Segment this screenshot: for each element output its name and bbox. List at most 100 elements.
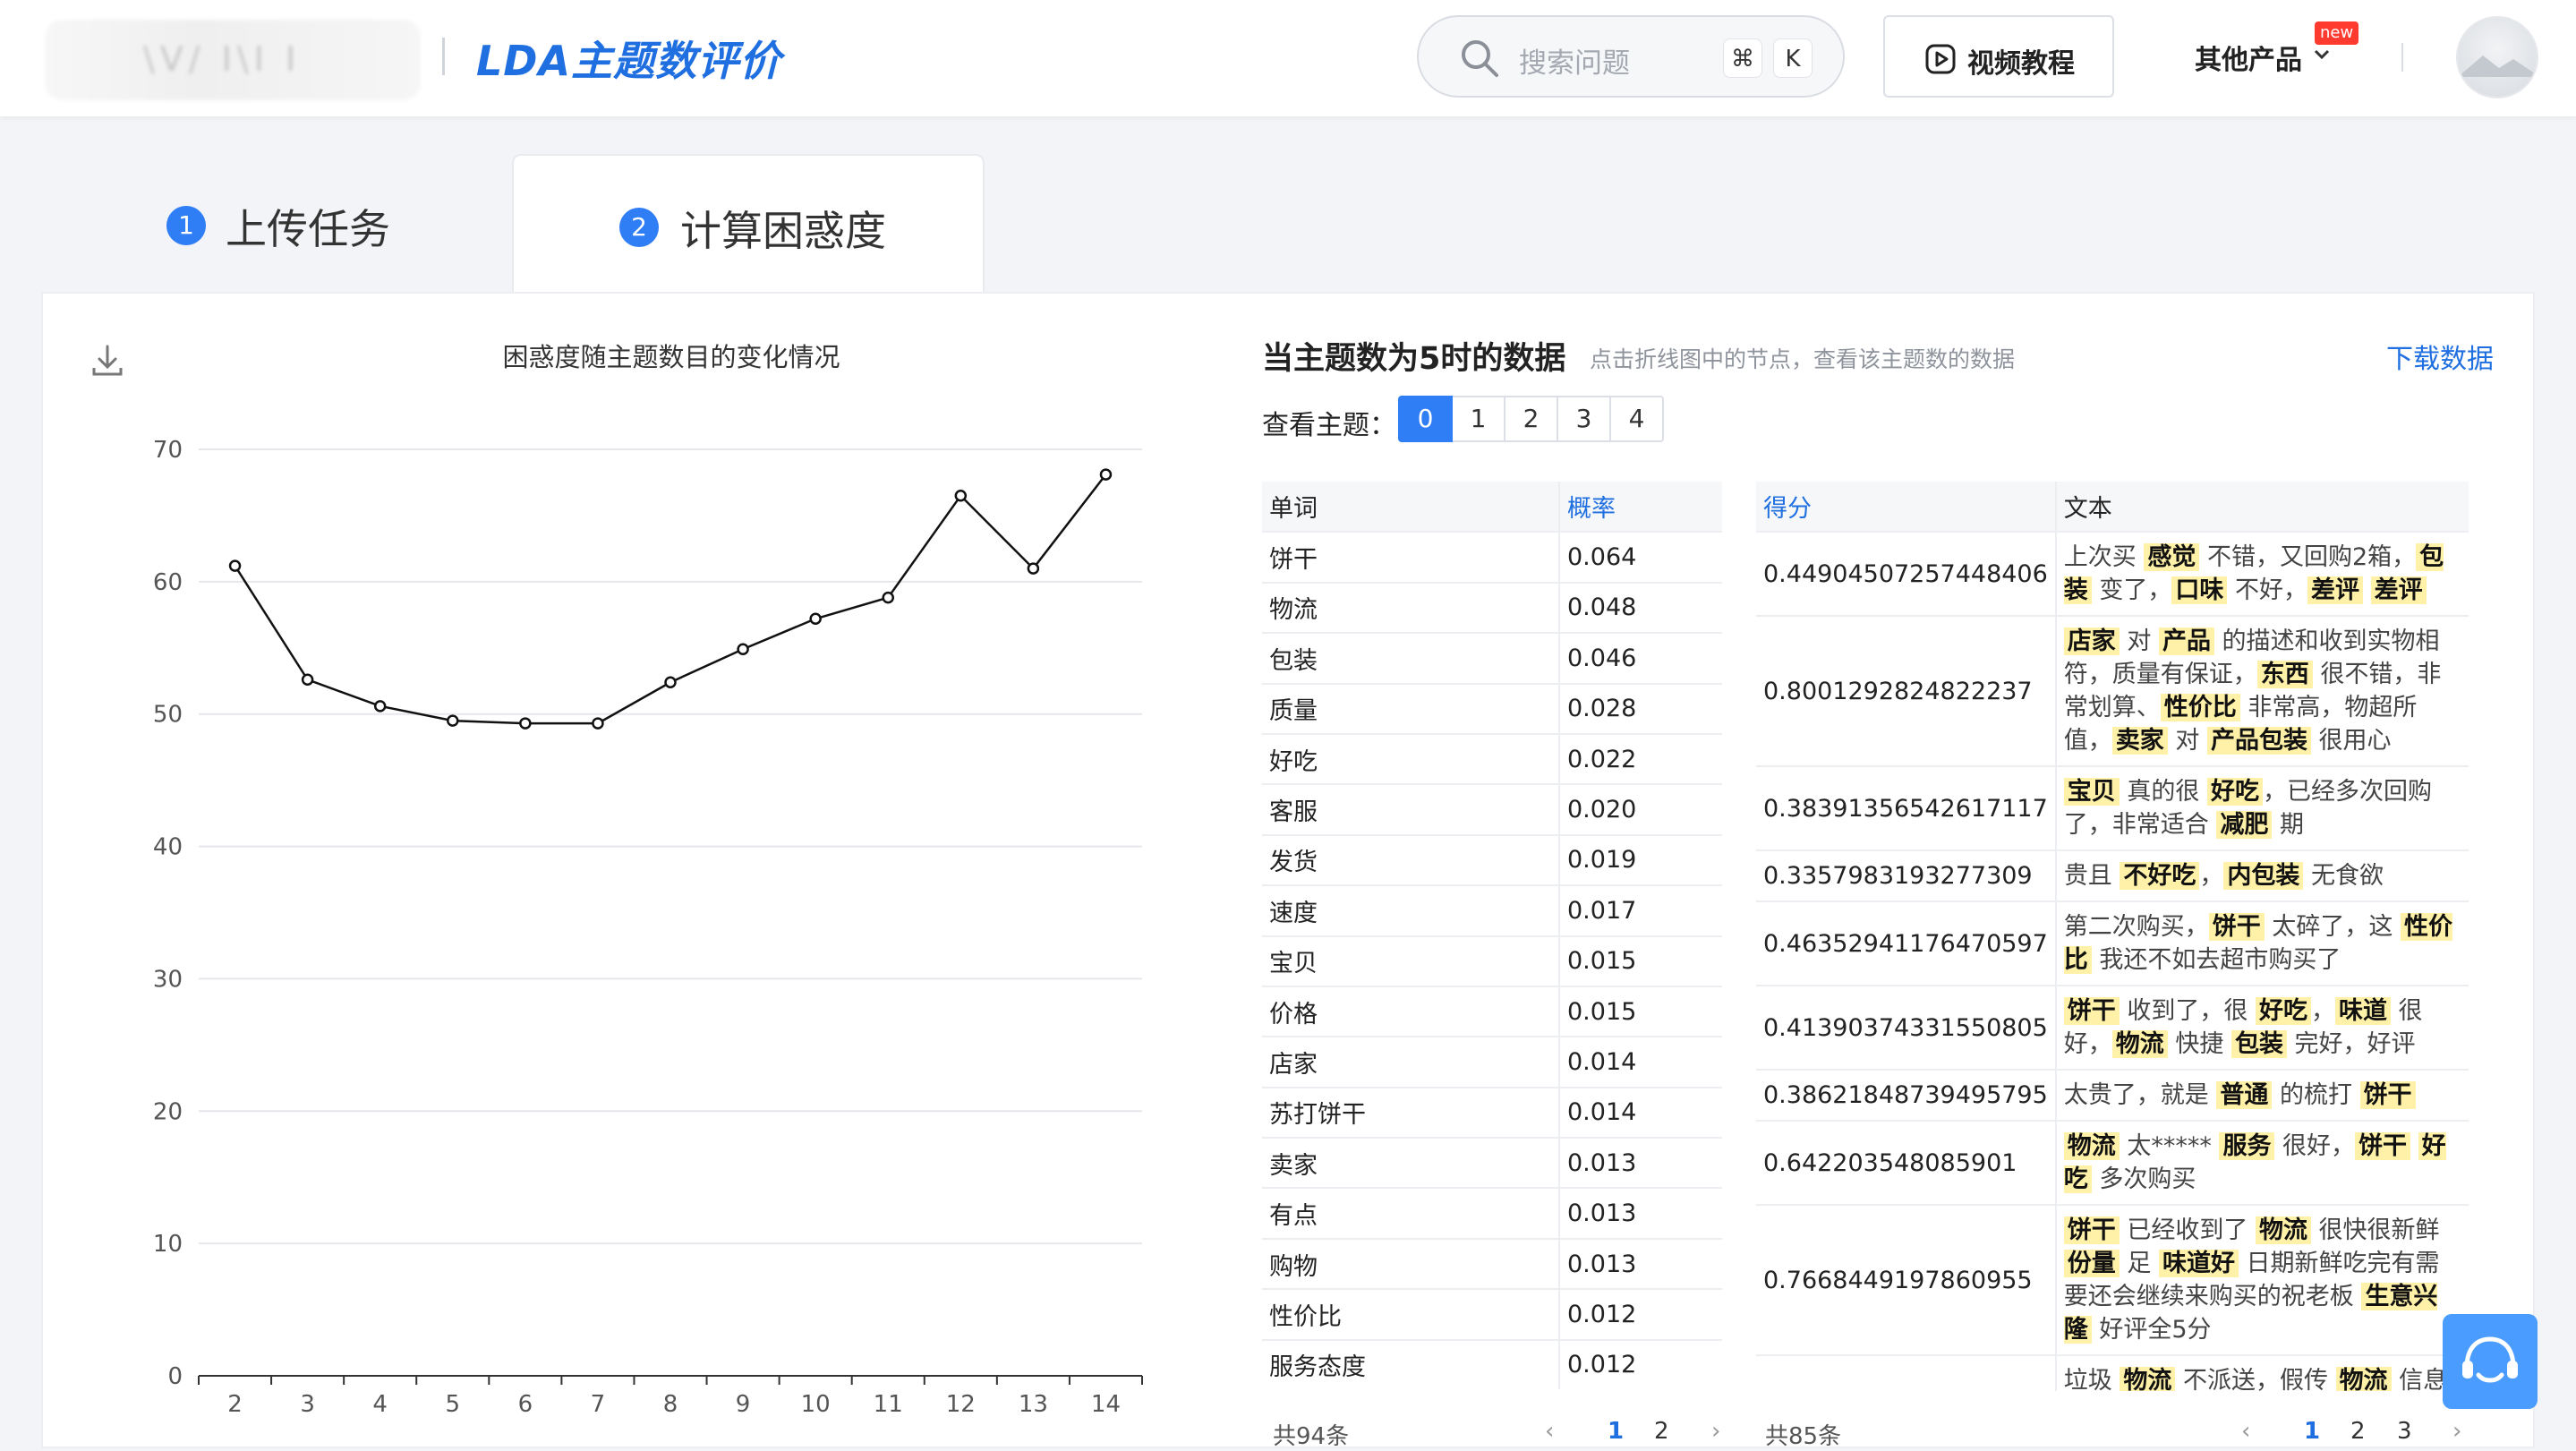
keyword-highlight: 饼干 xyxy=(2063,997,2120,1025)
x-tick-label: 13 xyxy=(1019,1391,1048,1418)
data-point[interactable] xyxy=(519,717,532,730)
y-tick-label: 10 xyxy=(153,1231,183,1258)
text-fragment: 我还不如去超市购买了 xyxy=(2091,946,2341,974)
y-tick-label: 0 xyxy=(167,1363,183,1390)
word-table-header: 单词 概率 xyxy=(1262,482,1722,533)
text-cell: 宝贝 真的很 好吃 ，已经多次回购了，非常适合 减肥 期 xyxy=(2055,766,2469,851)
doc-table-total: 共85条 xyxy=(1765,1423,1842,1450)
x-tick-label: 2 xyxy=(227,1391,243,1418)
word-cell: 苏打饼干 xyxy=(1262,1087,1560,1139)
video-tutorial-label: 视频教程 xyxy=(1967,48,2075,80)
data-point[interactable] xyxy=(809,612,822,626)
doc-table-container[interactable]: 得分 文本 0.44904507257448406 上次买 感觉 不错，又回购2箱… xyxy=(1754,480,2470,1391)
probability-cell: 0.013 xyxy=(1559,1238,1722,1291)
topic-button-1[interactable]: 1 xyxy=(1451,396,1506,442)
word-cell: 好吃 xyxy=(1262,733,1560,786)
data-point[interactable] xyxy=(1027,562,1040,575)
word-table-container[interactable]: 单词 概率 饼干 0.064 物流 0.048 包装 0.046 质量 0.028 好吃 0.02… xyxy=(1260,480,1726,1389)
text-fragment: 期 xyxy=(2272,811,2304,839)
other-products-menu[interactable]: 其他产品 xyxy=(2195,38,2330,77)
text-fragment: 完好，好评 xyxy=(2286,1030,2416,1058)
table-row: 0.7668449197860955 饼干 已经收到了 物流 很快很新鲜 份量 足… xyxy=(1756,1205,2469,1356)
doc-page-2[interactable]: 2 xyxy=(2350,1418,2366,1445)
probability-cell: 0.019 xyxy=(1559,834,1722,887)
keyword-highlight: 服务 xyxy=(2219,1132,2275,1160)
text-fragment: 上次买 xyxy=(2063,543,2145,571)
data-point[interactable] xyxy=(228,559,242,572)
video-tutorial-button[interactable]: 视频教程 xyxy=(1883,15,2114,98)
data-point[interactable] xyxy=(954,490,968,502)
keyword-highlight: 东西 xyxy=(2256,661,2313,688)
next-page-icon[interactable]: › xyxy=(1711,1418,1720,1445)
doc-table: 得分 文本 0.44904507257448406 上次买 感觉 不错，又回购2箱… xyxy=(1756,482,2469,1391)
table-row: 有点 0.013 xyxy=(1262,1188,1722,1240)
avatar[interactable] xyxy=(2456,16,2538,98)
table-row: 客服 0.020 xyxy=(1262,784,1722,836)
data-point[interactable] xyxy=(301,673,314,687)
text-cell: 上次买 感觉 不错，又回购2箱， 包装 变了， 口味 不好， 差评 差评 xyxy=(2055,532,2469,617)
y-tick-label: 50 xyxy=(153,702,183,729)
column-header-score[interactable]: 得分 xyxy=(1756,482,2057,533)
prev-page-icon[interactable]: ‹ xyxy=(2241,1418,2250,1445)
download-data-link[interactable]: 下载数据 xyxy=(2386,337,2494,376)
word-cell: 性价比 xyxy=(1262,1289,1560,1341)
topic-label: 查看主题： xyxy=(1262,410,1396,441)
score-cell: 0.38621848739495795 xyxy=(1756,1070,2057,1122)
next-page-icon[interactable]: › xyxy=(2452,1418,2461,1445)
customer-support-button[interactable] xyxy=(2443,1314,2538,1409)
score-cell: 0.7668449197860955 xyxy=(1756,1205,2057,1356)
perplexity-line-chart[interactable]: 0 10 20 30 40 50 60 70 2 3 4 5 6 7 8 9 10 11 12 13 14 xyxy=(0,0,1343,1448)
table-row: 0.8001292824822237 店家 对 产品 的描述和收到实物相符，质量有… xyxy=(1756,616,2469,767)
word-cell: 速度 xyxy=(1262,885,1560,937)
x-tick-label: 5 xyxy=(445,1391,460,1418)
keyword-highlight: 物流 xyxy=(2063,1132,2120,1160)
text-fragment: 收到了，很 xyxy=(2119,997,2256,1025)
keyword-highlight: 好吃 xyxy=(2255,997,2311,1025)
data-point[interactable] xyxy=(664,676,677,688)
column-header-probability[interactable]: 概率 xyxy=(1559,482,1722,533)
keyword-highlight: 卖家 xyxy=(2111,727,2168,755)
word-page-1[interactable]: 1 xyxy=(1608,1418,1624,1445)
keyword-highlight: 差评 xyxy=(2307,576,2363,604)
topic-button-2[interactable]: 2 xyxy=(1504,396,1558,442)
keyword-highlight: 味道好 xyxy=(2158,1250,2239,1277)
doc-page-3[interactable]: 3 xyxy=(2397,1418,2412,1445)
keyword-highlight: 差评 xyxy=(2370,576,2427,604)
probability-cell: 0.013 xyxy=(1559,1188,1722,1240)
text-fragment: 真的很 xyxy=(2119,778,2207,806)
probability-cell: 0.012 xyxy=(1559,1339,1722,1389)
data-point[interactable] xyxy=(882,591,894,604)
text-fragment: 第二次购买， xyxy=(2063,913,2209,941)
table-row: 垃圾 物流 不派送，假传 物流 信息 xyxy=(1756,1355,2469,1391)
topic-button-0[interactable]: 0 xyxy=(1398,396,1453,442)
score-cell: 0.41390374331550805 xyxy=(1756,986,2057,1071)
prev-page-icon[interactable]: ‹ xyxy=(1545,1418,1554,1445)
text-fragment xyxy=(2363,576,2371,604)
table-row: 0.642203548085901 物流 太***** 服务 很好， 饼干 好吃 多… xyxy=(1756,1121,2469,1206)
probability-cell: 0.046 xyxy=(1559,633,1722,685)
data-point[interactable] xyxy=(447,714,459,727)
table-row: 包装 0.046 xyxy=(1262,633,1722,685)
word-cell: 物流 xyxy=(1262,582,1560,635)
keyword-highlight: 减肥 xyxy=(2216,811,2273,839)
data-point[interactable] xyxy=(592,717,604,730)
x-tick-label: 11 xyxy=(874,1391,903,1418)
topic-button-4[interactable]: 4 xyxy=(1609,396,1664,442)
score-cell xyxy=(1756,1355,2057,1391)
word-page-2[interactable]: 2 xyxy=(1654,1418,1669,1445)
x-tick-label: 9 xyxy=(736,1391,751,1418)
keyword-highlight: 饼干 xyxy=(2063,1216,2120,1244)
doc-page-1[interactable]: 1 xyxy=(2304,1418,2320,1445)
table-row: 质量 0.028 xyxy=(1262,683,1722,735)
data-point[interactable] xyxy=(737,643,749,656)
data-point[interactable] xyxy=(373,700,387,713)
topic-button-3[interactable]: 3 xyxy=(1557,396,1611,442)
text-cell: 垃圾 物流 不派送，假传 物流 信息 xyxy=(2055,1355,2469,1391)
table-row: 0.46352941176470597 第二次购买， 饼干 太碎了，这 性价比 我还… xyxy=(1756,901,2469,986)
word-cell: 购物 xyxy=(1262,1238,1560,1291)
data-point[interactable] xyxy=(1099,468,1113,481)
data-title: 当主题数为5时的数据 xyxy=(1262,341,1566,377)
text-fragment: 无食欲 xyxy=(2303,862,2384,890)
search-box[interactable]: 搜索问题 ⌘ K xyxy=(1417,15,1845,98)
probability-cell: 0.015 xyxy=(1559,986,1722,1038)
